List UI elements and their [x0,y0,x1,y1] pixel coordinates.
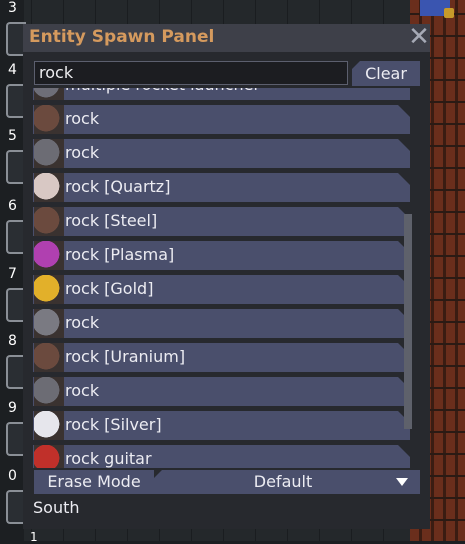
list-item-label: rock [Uranium] [65,347,186,366]
hotbar-slot-number: 6 [8,198,17,214]
entity-spawn-panel: Entity Spawn Panel ✕ rock Clear multiple… [23,24,430,529]
hotbar: 3 4 5 6 7 8 9 0 [0,0,26,541]
entity-list: multiple rocket launcher rock rock rock [Qu… [33,88,423,468]
hotbar-slot-number: 7 [8,266,17,282]
hotbar-slot-number: 9 [8,400,17,416]
list-item[interactable]: rock [Uranium] [33,343,410,372]
gold-item [444,8,454,18]
list-item[interactable]: rock [33,139,410,168]
list-item-label: rock [65,313,100,332]
rock-quartz-icon [34,173,64,202]
list-item[interactable]: rock [Quartz] [33,173,410,202]
rock-steel-icon [34,207,64,236]
rock-uranium-icon [34,343,64,372]
rock-gold-icon [34,275,64,304]
list-scrollbar[interactable] [404,214,412,429]
list-item-label: rock [65,109,100,128]
panel-title: Entity Spawn Panel [29,27,215,47]
list-item[interactable]: rock [33,105,410,134]
list-item[interactable]: rock [33,377,410,406]
list-item[interactable]: rock [Steel] [33,207,410,236]
list-item-label: rock [65,381,100,400]
chevron-down-icon [396,478,408,486]
list-item[interactable]: multiple rocket launcher [33,88,410,100]
hotbar-number-bottom: 1 [30,530,38,544]
list-item-label: rock [Gold] [65,279,154,298]
rock-grey-icon [34,309,64,338]
close-icon[interactable]: ✕ [406,24,432,51]
list-item[interactable]: rock [Silver] [33,411,410,440]
list-item-label: rock [65,143,100,162]
guitar-icon [34,445,64,468]
rock-grey-icon [34,139,64,168]
hotbar-slot-number: 4 [8,62,17,78]
list-item-label: rock [Plasma] [65,245,175,264]
clear-button[interactable]: Clear [352,61,420,86]
mode-dropdown-value: Default [253,472,313,491]
hotbar-slot-number: 8 [8,333,17,349]
list-item[interactable]: rock [33,309,410,338]
hotbar-slot-number: 3 [8,0,17,16]
list-item-label: multiple rocket launcher [65,88,260,94]
direction-label: South [33,498,80,517]
list-item-label: rock guitar [65,449,152,468]
search-input[interactable]: rock [34,61,348,85]
list-item-label: rock [Quartz] [65,177,171,196]
erase-mode-button[interactable]: Erase Mode [34,470,154,494]
list-item-label: rock [Steel] [65,211,158,230]
rock-plasma-icon [34,241,64,270]
list-item[interactable]: rock [Plasma] [33,241,410,270]
mode-dropdown[interactable]: Default [154,470,420,494]
rock-brown-icon [34,105,64,134]
title-bar[interactable]: Entity Spawn Panel ✕ [23,24,430,52]
rock-grey-icon [34,377,64,406]
list-item-label: rock [Silver] [65,415,162,434]
list-item[interactable]: rock guitar [33,445,410,468]
rock-silver-icon [34,411,64,440]
rocket-launcher-icon [34,88,64,100]
list-item[interactable]: rock [Gold] [33,275,410,304]
hotbar-slot-number: 5 [8,128,17,144]
hotbar-slot-number: 0 [8,468,17,484]
